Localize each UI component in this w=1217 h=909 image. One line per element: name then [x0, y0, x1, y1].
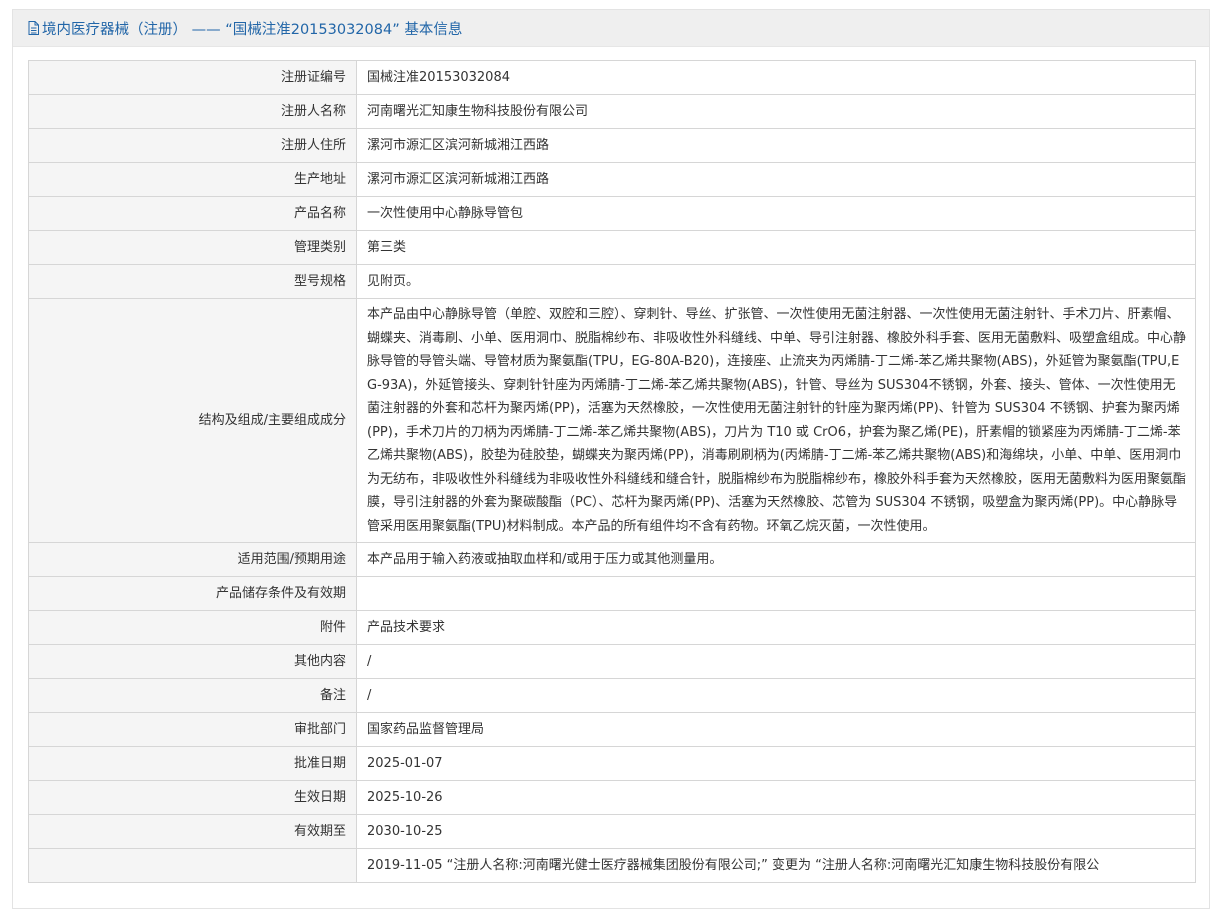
row-label: 产品储存条件及有效期	[28, 576, 357, 611]
row-value	[356, 576, 1196, 611]
row-value: 本产品由中心静脉导管（单腔、双腔和三腔）、穿刺针、导丝、扩张管、一次性使用无菌注…	[356, 298, 1196, 543]
row-label: 注册人住所	[28, 128, 357, 163]
row-label: 产品名称	[28, 196, 357, 231]
page-title: 境内医疗器械（注册） —— “国械注准20153032084” 基本信息	[42, 21, 463, 38]
info-table: 注册证编号 国械注准20153032084 注册人名称 河南曙光汇知康生物科技股份有限…	[28, 60, 1196, 883]
table-row: 生产地址 漯河市源汇区滨河新城湘江西路	[28, 162, 1196, 197]
row-label: 有效期至	[28, 814, 357, 849]
document-icon	[28, 21, 39, 35]
row-label: 适用范围/预期用途	[28, 542, 357, 577]
row-label: 型号规格	[28, 264, 357, 299]
row-value: 第三类	[356, 230, 1196, 265]
row-label: 审批部门	[28, 712, 357, 747]
table-row: 其他内容 /	[28, 644, 1196, 679]
table-row: 管理类别 第三类	[28, 230, 1196, 265]
panel-header: 境内医疗器械（注册） —— “国械注准20153032084” 基本信息	[13, 10, 1209, 47]
row-label: 备注	[28, 678, 357, 713]
table-row: 结构及组成/主要组成成分 本产品由中心静脉导管（单腔、双腔和三腔）、穿刺针、导丝、…	[28, 298, 1196, 543]
table-row: 注册人名称 河南曙光汇知康生物科技股份有限公司	[28, 94, 1196, 129]
table-row: 附件 产品技术要求	[28, 610, 1196, 645]
row-label: 批准日期	[28, 746, 357, 781]
info-panel: 境内医疗器械（注册） —— “国械注准20153032084” 基本信息 注册证…	[12, 9, 1210, 909]
row-value: 一次性使用中心静脉导管包	[356, 196, 1196, 231]
row-label	[28, 848, 357, 883]
row-value: 2030-10-25	[356, 814, 1196, 849]
table-row: 批准日期 2025-01-07	[28, 746, 1196, 781]
row-value: /	[356, 644, 1196, 679]
table-row: 审批部门 国家药品监督管理局	[28, 712, 1196, 747]
row-value: /	[356, 678, 1196, 713]
row-label: 注册证编号	[28, 60, 357, 95]
row-value: 河南曙光汇知康生物科技股份有限公司	[356, 94, 1196, 129]
row-value: 产品技术要求	[356, 610, 1196, 645]
row-value: 国家药品监督管理局	[356, 712, 1196, 747]
row-label: 注册人名称	[28, 94, 357, 129]
table-row: 适用范围/预期用途 本产品用于输入药液或抽取血样和/或用于压力或其他测量用。	[28, 542, 1196, 577]
table-row: 注册证编号 国械注准20153032084	[28, 60, 1196, 95]
row-value: 2025-01-07	[356, 746, 1196, 781]
table-row: 2019-11-05 “注册人名称:河南曙光健士医疗器械集团股份有限公司;” 变…	[28, 848, 1196, 883]
table-row: 产品名称 一次性使用中心静脉导管包	[28, 196, 1196, 231]
table-row: 有效期至 2030-10-25	[28, 814, 1196, 849]
row-label: 其他内容	[28, 644, 357, 679]
table-row: 产品储存条件及有效期	[28, 576, 1196, 611]
row-value: 2025-10-26	[356, 780, 1196, 815]
table-row: 注册人住所 漯河市源汇区滨河新城湘江西路	[28, 128, 1196, 163]
row-label: 附件	[28, 610, 357, 645]
row-value: 本产品用于输入药液或抽取血样和/或用于压力或其他测量用。	[356, 542, 1196, 577]
table-row: 生效日期 2025-10-26	[28, 780, 1196, 815]
row-label: 结构及组成/主要组成成分	[28, 298, 357, 543]
row-value: 漯河市源汇区滨河新城湘江西路	[356, 162, 1196, 197]
row-label: 生产地址	[28, 162, 357, 197]
row-label: 管理类别	[28, 230, 357, 265]
table-row: 备注 /	[28, 678, 1196, 713]
row-label: 生效日期	[28, 780, 357, 815]
row-value: 见附页。	[356, 264, 1196, 299]
row-value: 2019-11-05 “注册人名称:河南曙光健士医疗器械集团股份有限公司;” 变…	[356, 848, 1196, 883]
row-value: 国械注准20153032084	[356, 60, 1196, 95]
table-row: 型号规格 见附页。	[28, 264, 1196, 299]
row-value: 漯河市源汇区滨河新城湘江西路	[356, 128, 1196, 163]
